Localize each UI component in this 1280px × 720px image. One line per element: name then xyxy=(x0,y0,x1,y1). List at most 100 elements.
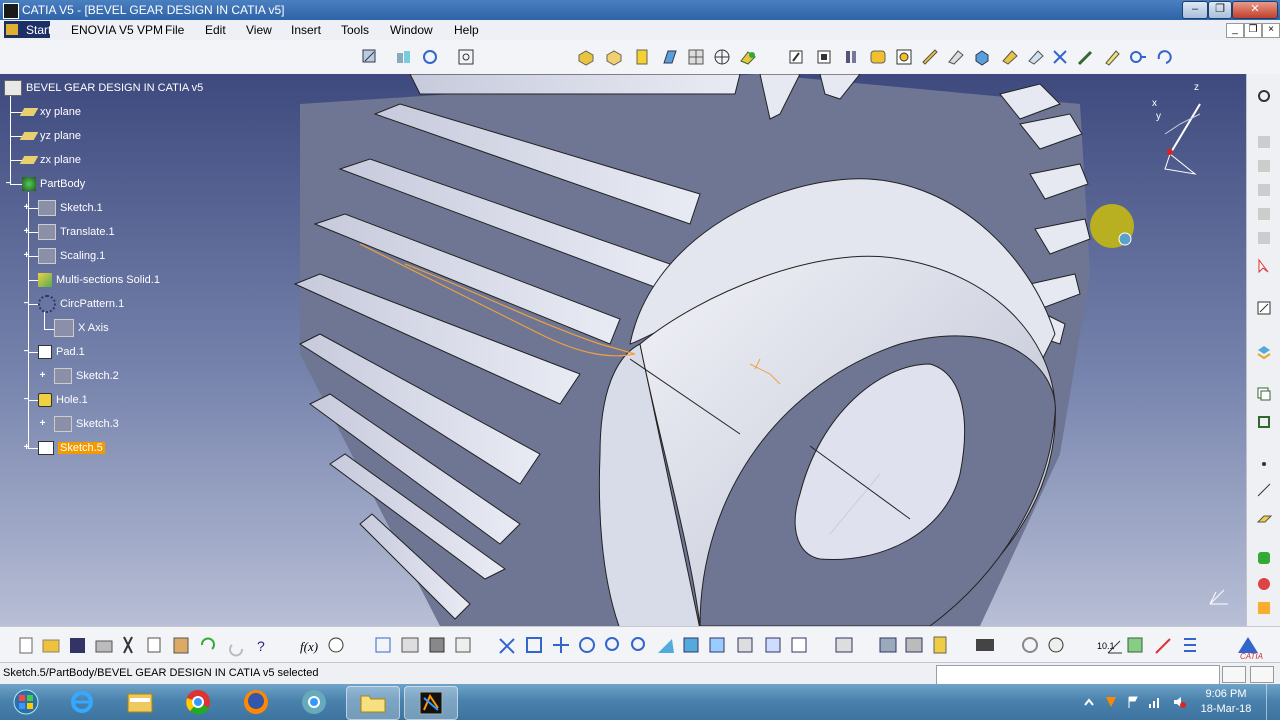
doc-restore-button[interactable]: ❐ xyxy=(1244,23,1262,38)
catia-taskbar-icon[interactable] xyxy=(404,686,458,720)
tree-node-sketch1[interactable]: Sketch.1 xyxy=(38,200,103,216)
sketch2-expand-toggle[interactable]: + xyxy=(38,371,47,381)
pattern-icon[interactable] xyxy=(1050,47,1070,67)
3d-viewport[interactable]: x y z − + + + − − + − + + BEVEL GEAR DES… xyxy=(0,74,1246,626)
taskbar-clock[interactable]: 9:06 PM 18-Mar-18 xyxy=(1198,687,1254,717)
doc-minimize-button[interactable]: _ xyxy=(1226,23,1244,38)
tree-node-multisections-solid1[interactable]: Multi-sections Solid.1 xyxy=(38,272,160,288)
part-design-icon[interactable] xyxy=(1254,132,1274,152)
tree-node-sketch5[interactable]: Sketch.5 xyxy=(38,440,105,456)
pad-icon[interactable] xyxy=(576,47,596,67)
pad1-collapse-toggle[interactable]: − xyxy=(22,347,31,357)
assembly-icon[interactable] xyxy=(1254,180,1274,200)
menu-edit[interactable]: Edit xyxy=(205,23,226,37)
volume-muted-icon[interactable] xyxy=(1172,695,1186,709)
line-icon[interactable] xyxy=(1254,480,1274,500)
thickness-icon[interactable] xyxy=(946,47,966,67)
draft-icon[interactable] xyxy=(894,47,914,67)
tree-node-translate1[interactable]: Translate.1 xyxy=(38,224,115,240)
network-icon[interactable] xyxy=(1148,695,1162,709)
chrome-alt-icon[interactable] xyxy=(288,686,340,718)
select-arrow-icon[interactable] xyxy=(1254,256,1274,276)
command-list-button[interactable] xyxy=(1222,666,1246,683)
analysis-icon[interactable] xyxy=(1254,548,1274,568)
show-hidden-icons[interactable] xyxy=(1082,695,1096,709)
mirror-icon[interactable] xyxy=(1026,47,1046,67)
layer-icon[interactable] xyxy=(1254,342,1274,362)
maximize-button[interactable]: ❐ xyxy=(1208,1,1232,19)
minimize-button[interactable]: – xyxy=(1182,1,1208,19)
tree-root[interactable]: BEVEL GEAR DESIGN IN CATIA v5 xyxy=(4,80,203,96)
split-icon[interactable] xyxy=(1102,47,1122,67)
sketcher-icon[interactable] xyxy=(1254,298,1274,318)
snap-icon[interactable] xyxy=(456,47,476,67)
sketch3-expand-toggle[interactable]: + xyxy=(38,419,47,429)
gear-icon[interactable] xyxy=(1254,86,1274,106)
command-input[interactable] xyxy=(936,665,1220,685)
fillet-icon[interactable] xyxy=(842,47,862,67)
chrome-icon[interactable] xyxy=(172,686,224,718)
remove-icon[interactable] xyxy=(1000,47,1020,67)
tree-node-yz-plane[interactable]: yz plane xyxy=(19,128,81,144)
flag-icon[interactable] xyxy=(1126,695,1140,709)
menu-tools[interactable]: Tools xyxy=(341,23,369,37)
hole-icon[interactable] xyxy=(686,47,706,67)
catia-app-icon[interactable] xyxy=(3,3,19,19)
tree-node-circpattern1[interactable]: CircPattern.1 xyxy=(38,295,124,313)
internet-explorer-icon[interactable] xyxy=(56,686,108,718)
scaling1-expand-toggle[interactable]: + xyxy=(22,251,31,261)
axis-icon[interactable] xyxy=(420,47,440,67)
shaft-icon[interactable] xyxy=(632,47,652,67)
rib-icon[interactable] xyxy=(712,47,732,67)
sketch-icon[interactable] xyxy=(360,47,380,67)
tree-node-hole1[interactable]: Hole.1 xyxy=(38,392,88,408)
menu-help[interactable]: Help xyxy=(454,23,479,37)
copy-icon[interactable] xyxy=(1254,384,1274,404)
rotate-icon[interactable] xyxy=(1154,47,1174,67)
loft-icon[interactable] xyxy=(814,47,834,67)
sketch1-expand-toggle[interactable]: + xyxy=(22,203,31,213)
pocket-icon[interactable] xyxy=(604,47,624,67)
folder-icon[interactable] xyxy=(346,686,400,720)
doc-close-button[interactable]: × xyxy=(1262,23,1280,38)
plane-tool-icon[interactable] xyxy=(1254,508,1274,528)
frame-icon[interactable] xyxy=(1254,412,1274,432)
circpattern1-collapse-toggle[interactable]: − xyxy=(22,299,31,309)
thread-icon[interactable] xyxy=(972,47,992,67)
tree-node-pad1[interactable]: Pad.1 xyxy=(38,344,85,360)
translate1-expand-toggle[interactable]: + xyxy=(22,227,31,237)
menu-window[interactable]: Window xyxy=(390,23,433,37)
sketch5-expand-toggle[interactable]: + xyxy=(22,443,31,453)
tree-node-partbody[interactable]: PartBody xyxy=(22,176,85,192)
spec-icon[interactable] xyxy=(1254,228,1274,248)
security-icon[interactable] xyxy=(1104,695,1118,709)
plane-icon[interactable] xyxy=(394,47,414,67)
tree-node-sketch3[interactable]: Sketch.3 xyxy=(54,416,119,432)
groove-icon[interactable] xyxy=(660,47,680,67)
scale-icon[interactable] xyxy=(1076,47,1096,67)
hole1-collapse-toggle[interactable]: − xyxy=(22,395,31,405)
menu-start[interactable]: Start xyxy=(4,21,51,38)
tree-node-scaling1[interactable]: Scaling.1 xyxy=(38,248,105,264)
show-desktop-button[interactable] xyxy=(1266,684,1280,720)
tree-node-zx-plane[interactable]: zx plane xyxy=(19,152,81,168)
slot-icon[interactable] xyxy=(738,47,758,67)
point-icon[interactable] xyxy=(1254,454,1274,474)
menu-enovia[interactable]: ENOVIA V5 VPM xyxy=(71,23,163,37)
menu-file[interactable]: File xyxy=(165,23,184,37)
file-explorer-icon[interactable] xyxy=(114,686,166,718)
partbody-collapse-toggle[interactable]: − xyxy=(4,179,13,189)
firefox-icon[interactable] xyxy=(230,686,282,718)
tree-node-sketch2[interactable]: Sketch.2 xyxy=(54,368,119,384)
tree-node-xy-plane[interactable]: xy plane xyxy=(19,104,81,120)
chamfer-icon[interactable] xyxy=(868,47,888,67)
menu-insert[interactable]: Insert xyxy=(291,23,321,37)
close-button[interactable]: ✕ xyxy=(1232,1,1278,19)
tree-node-x-axis[interactable]: X Axis xyxy=(54,319,109,337)
command-cancel-button[interactable] xyxy=(1250,666,1274,683)
shell-icon[interactable] xyxy=(920,47,940,67)
product-icon[interactable] xyxy=(1254,156,1274,176)
stiffener-icon[interactable] xyxy=(786,47,806,67)
draft-analysis-icon[interactable] xyxy=(1254,574,1274,594)
windows-start-button[interactable] xyxy=(2,686,50,718)
